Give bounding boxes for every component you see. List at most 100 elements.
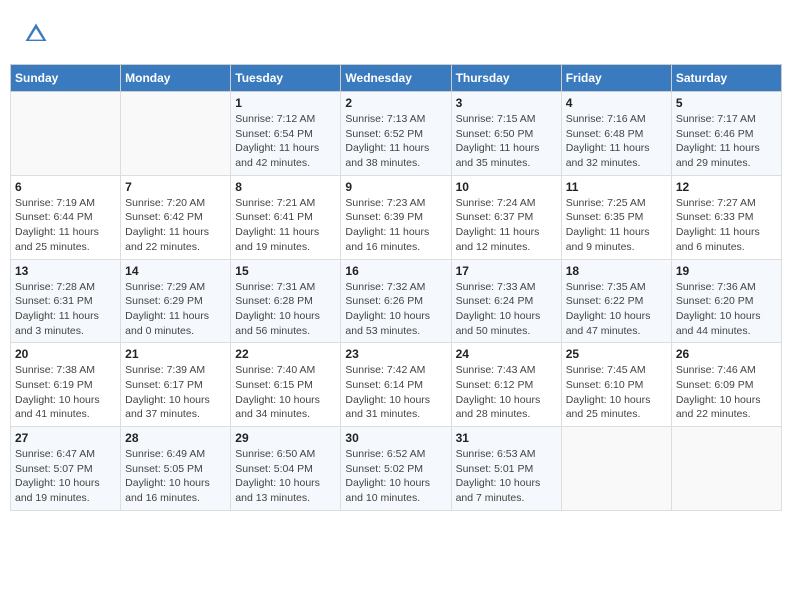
day-info: Sunrise: 7:25 AMSunset: 6:35 PMDaylight:… xyxy=(566,196,667,255)
day-info: Sunrise: 7:46 AMSunset: 6:09 PMDaylight:… xyxy=(676,363,777,422)
calendar-day-cell: 16 Sunrise: 7:32 AMSunset: 6:26 PMDayligh… xyxy=(341,259,451,343)
calendar-day-cell: 7 Sunrise: 7:20 AMSunset: 6:42 PMDaylight… xyxy=(121,175,231,259)
day-number: 18 xyxy=(566,264,667,278)
calendar-day-cell: 25 Sunrise: 7:45 AMSunset: 6:10 PMDayligh… xyxy=(561,343,671,427)
calendar-day-cell: 8 Sunrise: 7:21 AMSunset: 6:41 PMDaylight… xyxy=(231,175,341,259)
day-info: Sunrise: 7:20 AMSunset: 6:42 PMDaylight:… xyxy=(125,196,226,255)
day-number: 9 xyxy=(345,180,446,194)
calendar-day-cell: 1 Sunrise: 7:12 AMSunset: 6:54 PMDaylight… xyxy=(231,92,341,176)
day-of-week-header: Thursday xyxy=(451,65,561,92)
day-number: 30 xyxy=(345,431,446,445)
day-number: 6 xyxy=(15,180,116,194)
page-header xyxy=(10,10,782,58)
calendar-day-cell: 3 Sunrise: 7:15 AMSunset: 6:50 PMDaylight… xyxy=(451,92,561,176)
day-number: 7 xyxy=(125,180,226,194)
calendar-day-cell xyxy=(671,427,781,511)
calendar-day-cell xyxy=(121,92,231,176)
day-number: 5 xyxy=(676,96,777,110)
day-number: 25 xyxy=(566,347,667,361)
calendar-day-cell: 13Sunrise: 7:28 AMSunset: 6:31 PMDayligh… xyxy=(11,259,121,343)
calendar-day-cell xyxy=(561,427,671,511)
calendar-table: SundayMondayTuesdayWednesdayThursdayFrid… xyxy=(10,64,782,511)
day-number: 15 xyxy=(235,264,336,278)
calendar-day-cell: 21 Sunrise: 7:39 AMSunset: 6:17 PMDayligh… xyxy=(121,343,231,427)
calendar-day-cell: 19 Sunrise: 7:36 AMSunset: 6:20 PMDayligh… xyxy=(671,259,781,343)
calendar-day-cell: 28Sunrise: 6:49 AMSunset: 5:05 PMDayligh… xyxy=(121,427,231,511)
day-info: Sunrise: 7:12 AMSunset: 6:54 PMDaylight:… xyxy=(235,112,336,171)
calendar-day-cell: 5Sunrise: 7:17 AMSunset: 6:46 PMDaylight… xyxy=(671,92,781,176)
calendar-week-row: 20 Sunrise: 7:38 AMSunset: 6:19 PMDayligh… xyxy=(11,343,782,427)
calendar-week-row: 1 Sunrise: 7:12 AMSunset: 6:54 PMDaylight… xyxy=(11,92,782,176)
calendar-week-row: 27 Sunrise: 6:47 AMSunset: 5:07 PMDayligh… xyxy=(11,427,782,511)
day-info: Sunrise: 7:21 AMSunset: 6:41 PMDaylight:… xyxy=(235,196,336,255)
calendar-day-cell: 4 Sunrise: 7:16 AMSunset: 6:48 PMDaylight… xyxy=(561,92,671,176)
day-info: Sunrise: 6:52 AMSunset: 5:02 PMDaylight:… xyxy=(345,447,446,506)
day-number: 22 xyxy=(235,347,336,361)
calendar-day-cell: 26 Sunrise: 7:46 AMSunset: 6:09 PMDayligh… xyxy=(671,343,781,427)
day-info: Sunrise: 7:16 AMSunset: 6:48 PMDaylight:… xyxy=(566,112,667,171)
calendar-day-cell: 31 Sunrise: 6:53 AMSunset: 5:01 PMDayligh… xyxy=(451,427,561,511)
calendar-header-row: SundayMondayTuesdayWednesdayThursdayFrid… xyxy=(11,65,782,92)
calendar-day-cell: 22 Sunrise: 7:40 AMSunset: 6:15 PMDayligh… xyxy=(231,343,341,427)
day-number: 16 xyxy=(345,264,446,278)
calendar-day-cell: 6 Sunrise: 7:19 AMSunset: 6:44 PMDaylight… xyxy=(11,175,121,259)
day-info: Sunrise: 7:13 AMSunset: 6:52 PMDaylight:… xyxy=(345,112,446,171)
logo xyxy=(20,20,52,53)
day-number: 8 xyxy=(235,180,336,194)
day-info: Sunrise: 7:35 AMSunset: 6:22 PMDaylight:… xyxy=(566,280,667,339)
day-of-week-header: Friday xyxy=(561,65,671,92)
day-of-week-header: Sunday xyxy=(11,65,121,92)
day-info: Sunrise: 7:39 AMSunset: 6:17 PMDaylight:… xyxy=(125,363,226,422)
day-number: 12 xyxy=(676,180,777,194)
day-info: Sunrise: 6:50 AMSunset: 5:04 PMDaylight:… xyxy=(235,447,336,506)
calendar-day-cell: 12 Sunrise: 7:27 AMSunset: 6:33 PMDayligh… xyxy=(671,175,781,259)
day-number: 14 xyxy=(125,264,226,278)
day-of-week-header: Monday xyxy=(121,65,231,92)
day-number: 29 xyxy=(235,431,336,445)
day-info: Sunrise: 6:49 AMSunset: 5:05 PMDaylight:… xyxy=(125,447,226,506)
day-info: Sunrise: 7:38 AMSunset: 6:19 PMDaylight:… xyxy=(15,363,116,422)
day-info: Sunrise: 7:28 AMSunset: 6:31 PMDaylight:… xyxy=(15,280,116,339)
calendar-day-cell: 11 Sunrise: 7:25 AMSunset: 6:35 PMDayligh… xyxy=(561,175,671,259)
day-number: 23 xyxy=(345,347,446,361)
day-number: 3 xyxy=(456,96,557,110)
day-of-week-header: Tuesday xyxy=(231,65,341,92)
day-number: 20 xyxy=(15,347,116,361)
day-number: 1 xyxy=(235,96,336,110)
calendar-day-cell: 30 Sunrise: 6:52 AMSunset: 5:02 PMDayligh… xyxy=(341,427,451,511)
day-of-week-header: Wednesday xyxy=(341,65,451,92)
day-info: Sunrise: 7:40 AMSunset: 6:15 PMDaylight:… xyxy=(235,363,336,422)
day-info: Sunrise: 7:19 AMSunset: 6:44 PMDaylight:… xyxy=(15,196,116,255)
day-info: Sunrise: 7:36 AMSunset: 6:20 PMDaylight:… xyxy=(676,280,777,339)
day-number: 4 xyxy=(566,96,667,110)
calendar-day-cell: 9Sunrise: 7:23 AMSunset: 6:39 PMDaylight… xyxy=(341,175,451,259)
day-of-week-header: Saturday xyxy=(671,65,781,92)
day-info: Sunrise: 6:47 AMSunset: 5:07 PMDaylight:… xyxy=(15,447,116,506)
day-info: Sunrise: 6:53 AMSunset: 5:01 PMDaylight:… xyxy=(456,447,557,506)
day-info: Sunrise: 7:33 AMSunset: 6:24 PMDaylight:… xyxy=(456,280,557,339)
calendar-week-row: 6 Sunrise: 7:19 AMSunset: 6:44 PMDaylight… xyxy=(11,175,782,259)
calendar-week-row: 13Sunrise: 7:28 AMSunset: 6:31 PMDayligh… xyxy=(11,259,782,343)
day-number: 31 xyxy=(456,431,557,445)
day-info: Sunrise: 7:24 AMSunset: 6:37 PMDaylight:… xyxy=(456,196,557,255)
day-info: Sunrise: 7:27 AMSunset: 6:33 PMDaylight:… xyxy=(676,196,777,255)
calendar-day-cell: 23Sunrise: 7:42 AMSunset: 6:14 PMDayligh… xyxy=(341,343,451,427)
calendar-day-cell: 24Sunrise: 7:43 AMSunset: 6:12 PMDayligh… xyxy=(451,343,561,427)
day-number: 26 xyxy=(676,347,777,361)
day-info: Sunrise: 7:32 AMSunset: 6:26 PMDaylight:… xyxy=(345,280,446,339)
calendar-day-cell: 10 Sunrise: 7:24 AMSunset: 6:37 PMDayligh… xyxy=(451,175,561,259)
calendar-day-cell xyxy=(11,92,121,176)
day-info: Sunrise: 7:43 AMSunset: 6:12 PMDaylight:… xyxy=(456,363,557,422)
logo-icon xyxy=(22,20,50,48)
calendar-day-cell: 15Sunrise: 7:31 AMSunset: 6:28 PMDayligh… xyxy=(231,259,341,343)
day-number: 19 xyxy=(676,264,777,278)
day-info: Sunrise: 7:15 AMSunset: 6:50 PMDaylight:… xyxy=(456,112,557,171)
calendar-day-cell: 17Sunrise: 7:33 AMSunset: 6:24 PMDayligh… xyxy=(451,259,561,343)
day-info: Sunrise: 7:45 AMSunset: 6:10 PMDaylight:… xyxy=(566,363,667,422)
day-number: 10 xyxy=(456,180,557,194)
day-number: 11 xyxy=(566,180,667,194)
day-number: 21 xyxy=(125,347,226,361)
calendar-day-cell: 18 Sunrise: 7:35 AMSunset: 6:22 PMDayligh… xyxy=(561,259,671,343)
day-number: 27 xyxy=(15,431,116,445)
calendar-day-cell: 20 Sunrise: 7:38 AMSunset: 6:19 PMDayligh… xyxy=(11,343,121,427)
